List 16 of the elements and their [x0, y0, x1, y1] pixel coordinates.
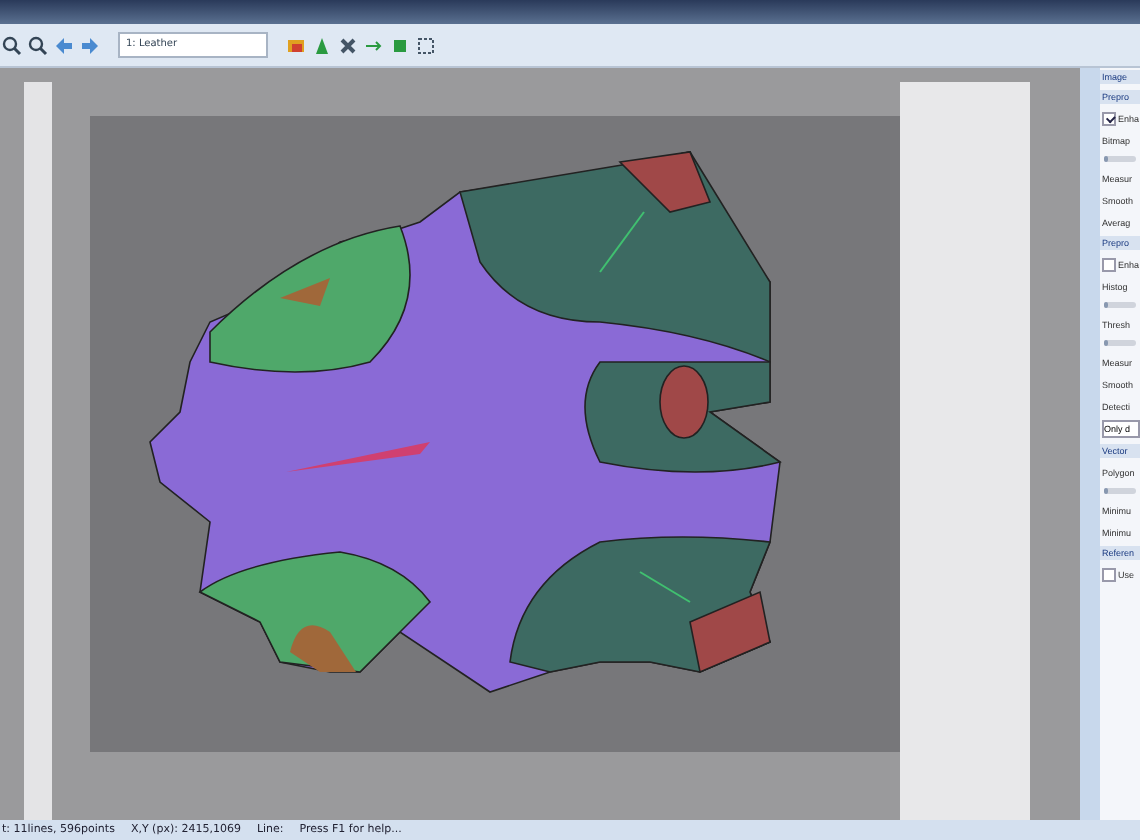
square-icon[interactable]	[390, 35, 410, 55]
forward-arrow-icon[interactable]	[80, 35, 100, 55]
slider-track[interactable]	[1104, 156, 1136, 162]
checkbox[interactable]	[1102, 111, 1116, 125]
zoom-out-icon[interactable]	[28, 35, 48, 55]
cross-icon[interactable]	[338, 35, 358, 55]
zoom-in-icon[interactable]	[2, 35, 22, 55]
pointer-icon[interactable]	[312, 35, 332, 55]
slider-track[interactable]	[1104, 340, 1136, 346]
checkbox[interactable]	[1102, 257, 1116, 271]
slider-track[interactable]	[1104, 302, 1136, 308]
folder-icon[interactable]	[286, 35, 306, 55]
arrow-icon[interactable]	[364, 35, 384, 55]
selection-icon[interactable]	[416, 35, 436, 55]
slider-track[interactable]	[1104, 488, 1136, 494]
checkbox[interactable]	[1102, 567, 1116, 581]
